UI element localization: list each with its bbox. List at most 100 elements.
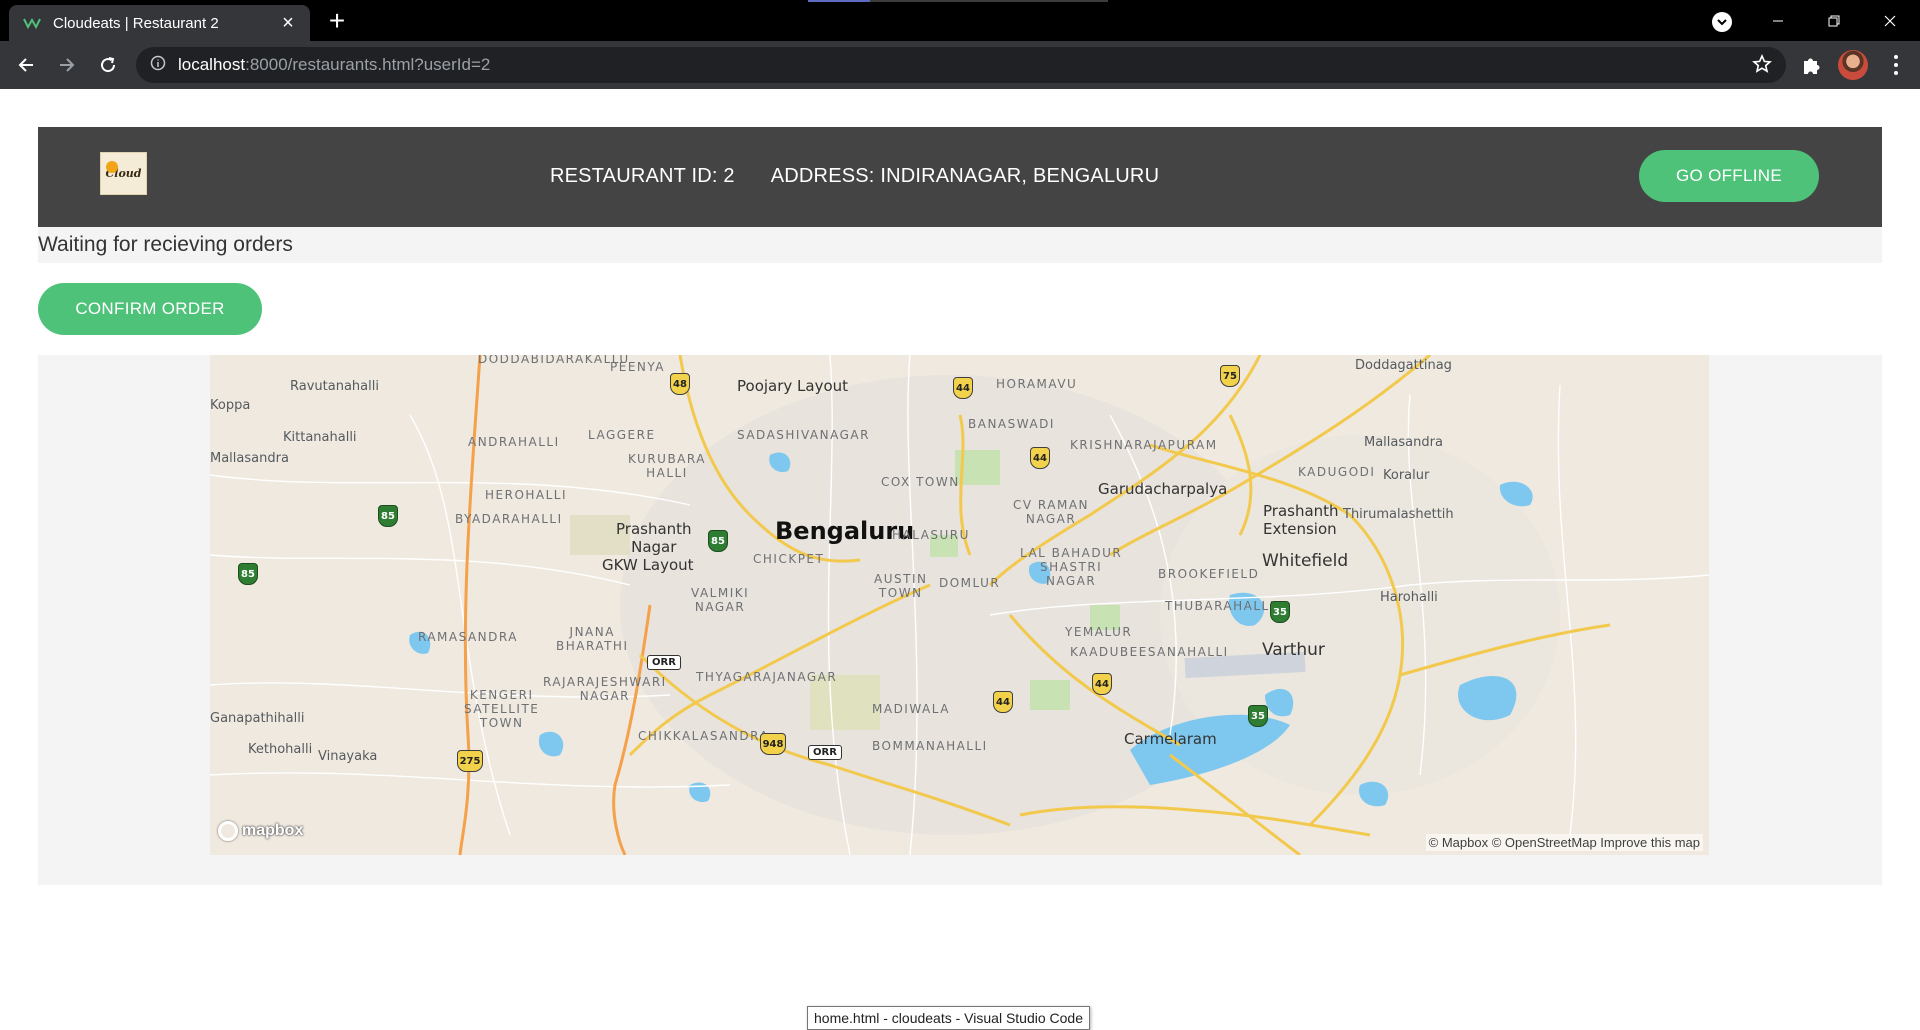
map-base-layer bbox=[210, 355, 1709, 855]
map-label: Thirumalashettih bbox=[1343, 507, 1454, 522]
window-close-icon[interactable] bbox=[1862, 0, 1918, 41]
map-attribution[interactable]: © Mapbox © OpenStreetMap Improve this ma… bbox=[1425, 834, 1703, 851]
map-label: CHIKKALASANDRA bbox=[638, 729, 770, 743]
map-label: SADASHIVANAGAR bbox=[737, 428, 870, 442]
map-label: Prashanth Extension bbox=[1263, 502, 1339, 538]
map-label: DOMLUR bbox=[939, 576, 1001, 590]
map-label: HORAMAVU bbox=[996, 377, 1078, 391]
orr-road-marker: ORR bbox=[808, 745, 842, 760]
mapbox-logo[interactable]: mapbox bbox=[218, 821, 303, 841]
map-label: PEENYA bbox=[610, 360, 665, 374]
highway-shield: 75 bbox=[1220, 365, 1240, 387]
map-label: DODDABIDARAKALLU bbox=[478, 355, 630, 366]
cloudeats-favicon-icon bbox=[23, 16, 41, 30]
map-label: ANDRAHALLI bbox=[468, 435, 560, 449]
highway-shield: 85 bbox=[708, 530, 728, 552]
taskbar-tooltip: home.html - cloudeats - Visual Studio Co… bbox=[807, 1006, 1090, 1030]
tab-search-icon[interactable] bbox=[1712, 12, 1732, 32]
map-label: MADIWALA bbox=[872, 702, 950, 716]
highway-shield: 948 bbox=[760, 733, 786, 755]
map-label: CHICKPET bbox=[753, 552, 825, 566]
map-label: CV RAMAN NAGAR bbox=[1013, 498, 1090, 526]
map-label: Whitefield bbox=[1262, 551, 1349, 571]
map-label: Carmelaram bbox=[1124, 730, 1217, 748]
restaurant-id: RESTAURANT ID: 2 bbox=[550, 165, 735, 187]
map-label: LAL BAHADUR SHASTRI NAGAR bbox=[1020, 546, 1123, 588]
url-host: localhost bbox=[178, 55, 246, 74]
map-label: Harohalli bbox=[1380, 590, 1438, 605]
order-status-bar: Waiting for recieving orders bbox=[38, 227, 1882, 263]
go-offline-button[interactable]: GO OFFLINE bbox=[1639, 150, 1819, 202]
browser-tab[interactable]: Cloudeats | Restaurant 2 × bbox=[9, 5, 310, 41]
page-viewport: Cloud RESTAURANT ID: 2 ADDRESS: INDIRANAG… bbox=[0, 89, 1920, 1030]
restaurant-address: ADDRESS: INDIRANAGAR, BENGALURU bbox=[770, 165, 1160, 187]
mapbox-ring-icon bbox=[218, 821, 238, 841]
map-label: HEROHALLI bbox=[485, 488, 568, 502]
map-label: YEMALUR bbox=[1065, 625, 1133, 639]
map-label: GKW Layout bbox=[602, 556, 694, 574]
map-label: RAJARAJESHWARI NAGAR bbox=[543, 675, 667, 703]
map-label: Kittanahalli bbox=[283, 430, 357, 445]
orr-road-marker: ORR bbox=[647, 655, 681, 670]
restore-icon[interactable] bbox=[1806, 0, 1862, 41]
map-label: Koppa bbox=[210, 398, 251, 413]
tab-close-icon[interactable]: × bbox=[278, 13, 298, 33]
map-label: Varthur bbox=[1262, 640, 1325, 660]
bookmark-star-icon[interactable] bbox=[1752, 54, 1772, 79]
map-label: KAADUBEESANAHALLI bbox=[1070, 645, 1229, 659]
highway-shield: 35 bbox=[1270, 601, 1290, 623]
map-label: JNANA BHARATHI bbox=[556, 625, 629, 653]
browser-tab-strip: Cloudeats | Restaurant 2 × + bbox=[0, 0, 1920, 41]
mapbox-logo-text: mapbox bbox=[242, 822, 304, 839]
profile-avatar[interactable] bbox=[1838, 50, 1868, 80]
map-canvas[interactable]: DODDABIDARAKALLU PEENYA Poojary Layout H… bbox=[210, 355, 1709, 855]
forward-arrow-icon[interactable] bbox=[53, 51, 81, 79]
map-label: HALASURU bbox=[892, 528, 970, 542]
map-label: Prashanth Nagar bbox=[616, 520, 692, 556]
highway-shield: 35 bbox=[1248, 705, 1268, 727]
map-label: Mallasandra bbox=[210, 451, 289, 466]
map-label: THYAGARAJANAGAR bbox=[696, 670, 838, 684]
map-label: Doddagattinag bbox=[1355, 358, 1452, 373]
reload-icon[interactable] bbox=[94, 51, 122, 79]
browser-menu-icon[interactable] bbox=[1886, 51, 1906, 79]
map-label: COX TOWN bbox=[881, 475, 960, 489]
map-container: DODDABIDARAKALLU PEENYA Poojary Layout H… bbox=[38, 355, 1882, 885]
map-label: LAGGERE bbox=[588, 428, 656, 442]
map-label: Kethohalli bbox=[248, 742, 313, 757]
map-label: THUBARAHALLI bbox=[1165, 599, 1275, 613]
extensions-puzzle-icon[interactable] bbox=[1800, 53, 1824, 82]
map-label: BOMMANAHALLI bbox=[872, 739, 988, 753]
map-label: KADUGODI bbox=[1298, 465, 1376, 479]
logo-sun-icon bbox=[106, 161, 118, 173]
map-label: Mallasandra bbox=[1364, 435, 1443, 450]
map-label: Ravutanahalli bbox=[290, 379, 379, 394]
site-info-icon[interactable] bbox=[150, 55, 166, 76]
browser-toolbar: localhost:8000/restaurants.html?userId=2 bbox=[0, 41, 1920, 89]
address-bar[interactable]: localhost:8000/restaurants.html?userId=2 bbox=[136, 47, 1786, 83]
new-tab-icon[interactable]: + bbox=[322, 7, 352, 35]
map-label: BYADARAHALLI bbox=[455, 512, 563, 526]
order-status-text: Waiting for recieving orders bbox=[38, 233, 293, 256]
confirm-order-button[interactable]: CONFIRM ORDER bbox=[38, 283, 262, 335]
highway-shield: 44 bbox=[1092, 673, 1112, 695]
url-path: :8000/restaurants.html?userId=2 bbox=[245, 55, 491, 74]
highway-shield: 48 bbox=[670, 373, 690, 395]
cloudeats-logo: Cloud bbox=[100, 152, 147, 195]
map-label: Poojary Layout bbox=[737, 377, 849, 395]
restaurant-header: Cloud RESTAURANT ID: 2 ADDRESS: INDIRANAG… bbox=[38, 127, 1882, 227]
url-text: localhost:8000/restaurants.html?userId=2 bbox=[178, 55, 490, 75]
map-label: AUSTIN TOWN bbox=[874, 572, 928, 600]
highway-shield: 44 bbox=[953, 377, 973, 399]
map-label: KENGERI SATELLITE TOWN bbox=[464, 688, 540, 730]
map-label: Koralur bbox=[1383, 468, 1430, 483]
highway-shield: 275 bbox=[457, 750, 483, 772]
tab-title: Cloudeats | Restaurant 2 bbox=[53, 14, 219, 32]
minimize-icon[interactable] bbox=[1750, 0, 1806, 41]
loading-indicator bbox=[808, 0, 1108, 2]
map-label: RAMASANDRA bbox=[418, 630, 518, 644]
map-label: Ganapathihalli bbox=[210, 711, 305, 726]
map-label: Vinayaka bbox=[318, 749, 378, 764]
back-arrow-icon[interactable] bbox=[12, 51, 40, 79]
map-label: KURUBARA HALLI bbox=[628, 452, 706, 480]
